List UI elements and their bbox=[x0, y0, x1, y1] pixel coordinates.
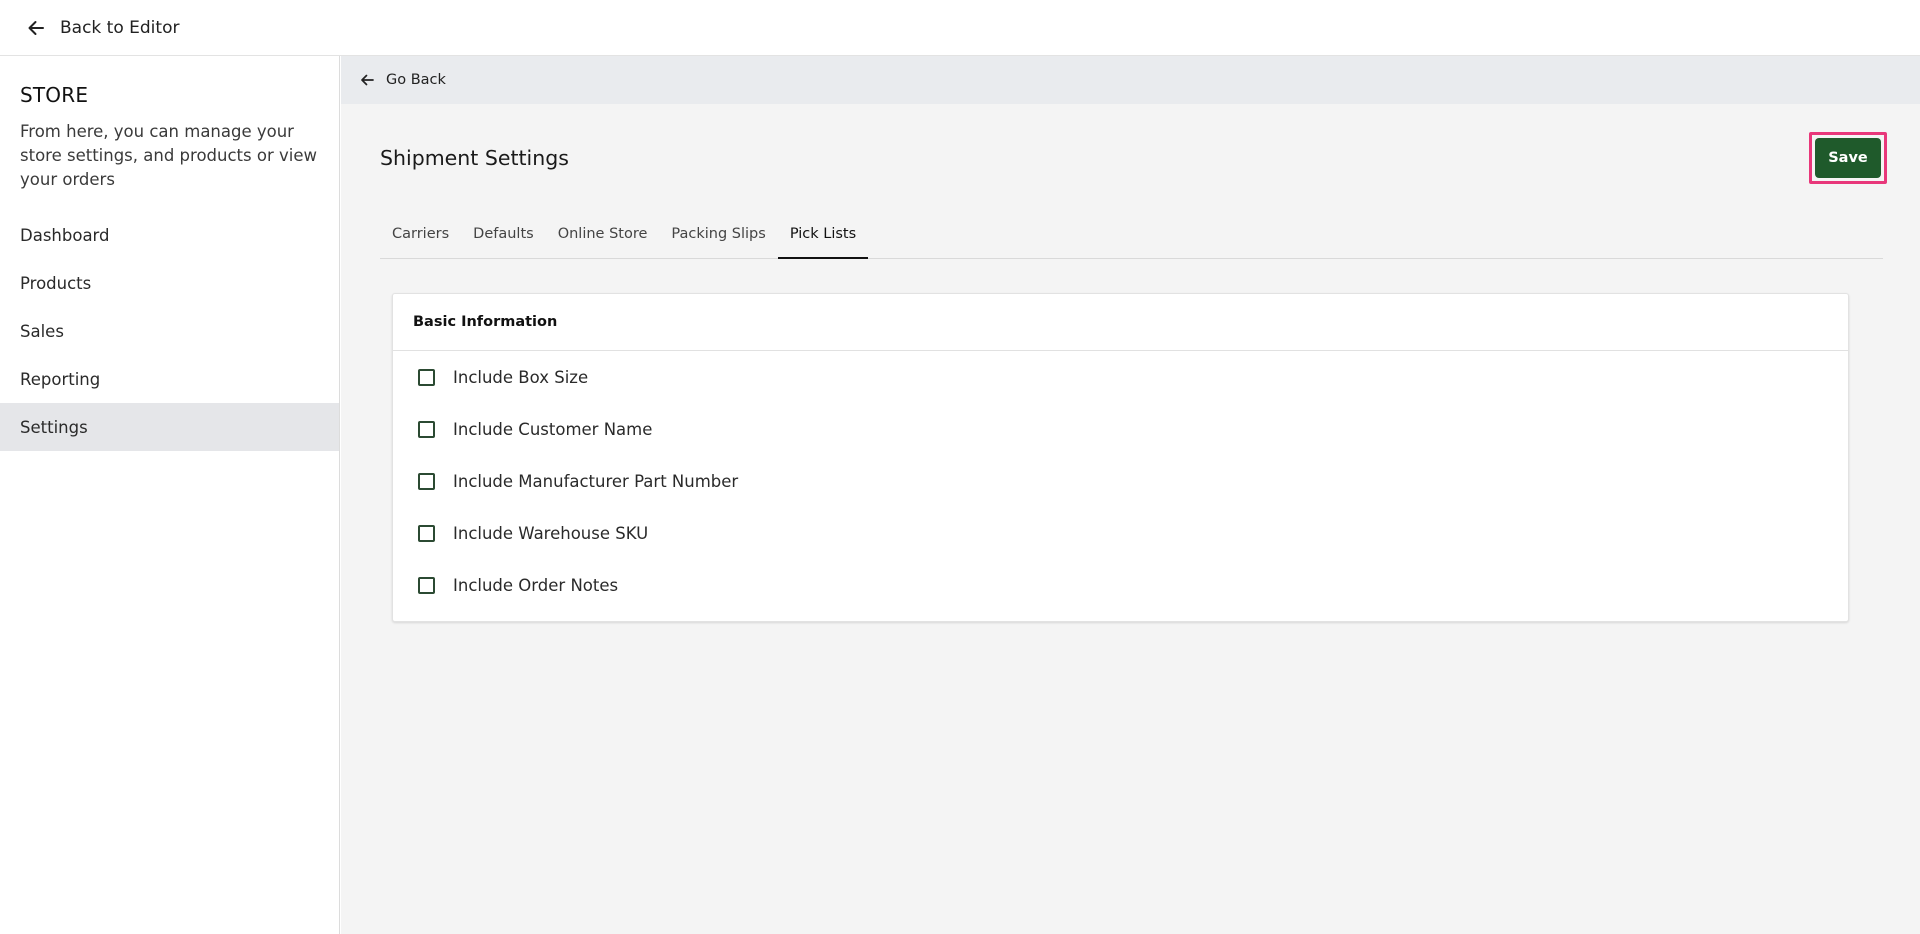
sidebar-item-dashboard[interactable]: Dashboard bbox=[0, 211, 339, 259]
back-to-editor-link[interactable]: Back to Editor bbox=[26, 18, 179, 38]
include-order-notes-option[interactable]: Include Order Notes bbox=[393, 559, 1848, 611]
checkbox-label: Include Order Notes bbox=[453, 575, 619, 595]
card-title: Basic Information bbox=[393, 294, 1848, 351]
tab-packing-slips[interactable]: Packing Slips bbox=[659, 209, 777, 258]
checkbox[interactable] bbox=[418, 524, 435, 542]
checkbox[interactable] bbox=[418, 472, 435, 490]
arrow-left-icon bbox=[28, 20, 44, 35]
go-back-label: Go Back bbox=[386, 72, 446, 88]
tab-online-store[interactable]: Online Store bbox=[546, 209, 660, 258]
include-customer-name-option[interactable]: Include Customer Name bbox=[393, 403, 1848, 455]
include-manufacturer-part-number-option[interactable]: Include Manufacturer Part Number bbox=[393, 455, 1848, 507]
sidebar: STORE From here, you can manage your sto… bbox=[0, 56, 340, 934]
page-header: Shipment Settings Save bbox=[341, 104, 1920, 199]
save-button-highlight: Save bbox=[1809, 132, 1887, 184]
go-back-link[interactable]: Go Back bbox=[341, 56, 1920, 104]
tab-defaults[interactable]: Defaults bbox=[461, 209, 546, 258]
sidebar-description: From here, you can manage your store set… bbox=[20, 122, 317, 189]
sidebar-nav: Dashboard Products Sales Reporting Setti… bbox=[0, 211, 339, 451]
include-box-size-option[interactable]: Include Box Size bbox=[393, 351, 1848, 403]
main-content: Go Back Shipment Settings Save Carriers … bbox=[341, 56, 1920, 934]
sidebar-item-settings[interactable]: Settings bbox=[0, 403, 339, 451]
arrow-left-icon bbox=[361, 74, 374, 86]
settings-tabs: Carriers Defaults Online Store Packing S… bbox=[380, 209, 1883, 259]
page-title: Shipment Settings bbox=[380, 146, 569, 170]
basic-information-card: Basic Information Include Box Size Inclu… bbox=[392, 293, 1849, 622]
checkbox-label: Include Customer Name bbox=[453, 419, 653, 439]
sidebar-item-reporting[interactable]: Reporting bbox=[0, 355, 339, 403]
checkbox-label: Include Warehouse SKU bbox=[453, 523, 649, 543]
top-bar: Back to Editor bbox=[0, 0, 1920, 56]
checkbox-label: Include Box Size bbox=[453, 367, 589, 387]
sidebar-item-sales[interactable]: Sales bbox=[0, 307, 339, 355]
tab-pick-lists[interactable]: Pick Lists bbox=[777, 209, 869, 259]
checkbox[interactable] bbox=[418, 420, 435, 438]
checkbox[interactable] bbox=[418, 368, 435, 386]
include-warehouse-sku-option[interactable]: Include Warehouse SKU bbox=[393, 507, 1848, 559]
save-button[interactable]: Save bbox=[1815, 138, 1881, 178]
back-to-editor-label: Back to Editor bbox=[60, 17, 180, 38]
checkbox-label: Include Manufacturer Part Number bbox=[453, 471, 739, 491]
sidebar-title: STORE bbox=[20, 83, 89, 107]
tab-carriers[interactable]: Carriers bbox=[380, 209, 461, 258]
sidebar-item-products[interactable]: Products bbox=[0, 259, 339, 307]
checkbox[interactable] bbox=[418, 576, 435, 594]
